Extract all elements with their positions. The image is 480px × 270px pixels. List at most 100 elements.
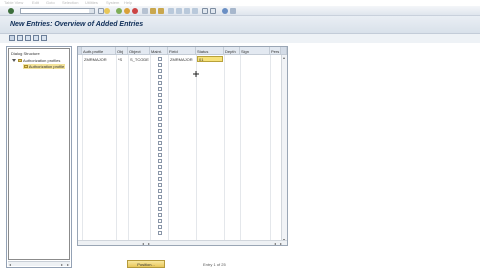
menu-item-selection[interactable]: Selection: [62, 0, 78, 5]
column-header-object[interactable]: Object: [128, 47, 150, 55]
tree-view: Dialog Structure Authorization profiles …: [8, 48, 70, 260]
maint-checkbox[interactable]: [158, 207, 162, 211]
column-header-sign[interactable]: Sign: [240, 47, 270, 55]
column-header-maint[interactable]: Maint.: [150, 47, 168, 55]
maint-checkbox[interactable]: [158, 159, 162, 163]
tree-item-label: Authorization profile: [28, 64, 65, 69]
cell-obj[interactable]: *S: [118, 57, 122, 62]
maint-checkbox[interactable]: [158, 201, 162, 205]
scroll-right-icon[interactable]: ▸: [148, 241, 150, 245]
crosshair-cursor-icon: [193, 71, 199, 77]
shortcut-icon[interactable]: [210, 8, 216, 14]
scroll-up-icon[interactable]: ▴: [283, 55, 285, 60]
entry-count: Entry 1 of 25: [203, 262, 226, 267]
select-all-icon[interactable]: [33, 35, 39, 41]
print-icon[interactable]: [142, 8, 148, 14]
cell-field[interactable]: ZMRMAJOR: [170, 57, 193, 62]
maint-checkbox[interactable]: [158, 63, 162, 67]
customize-layout-icon[interactable]: [230, 8, 236, 14]
scroll-right-icon[interactable]: ▸: [280, 241, 282, 245]
maint-checkbox[interactable]: [158, 57, 162, 61]
menu-item-utilities[interactable]: Utilities: [85, 0, 98, 5]
delete-entry-icon[interactable]: [25, 35, 31, 41]
tree-item-profile[interactable]: Authorization profile: [23, 64, 66, 69]
maint-checkbox[interactable]: [158, 189, 162, 193]
scroll-left-icon[interactable]: ◂: [142, 241, 144, 245]
maint-checkbox[interactable]: [158, 147, 162, 151]
maint-checkbox[interactable]: [158, 99, 162, 103]
cell-status[interactable]: 01: [197, 56, 223, 62]
expand-arrow-icon[interactable]: [12, 59, 16, 63]
position-button[interactable]: Position...: [127, 260, 165, 268]
maint-checkbox[interactable]: [158, 171, 162, 175]
tree-horizontal-scrollbar[interactable]: ◂ ▸ ▸: [8, 261, 70, 267]
menu-item-goto[interactable]: Goto: [46, 0, 55, 5]
folder-icon: [24, 65, 28, 69]
column-header-depth[interactable]: Depth: [224, 47, 240, 55]
maint-checkbox[interactable]: [158, 75, 162, 79]
cancel-icon[interactable]: [132, 8, 138, 14]
column-header-obj[interactable]: Obj: [116, 47, 128, 55]
maint-checkbox[interactable]: [158, 183, 162, 187]
scroll-left-icon[interactable]: ◂: [274, 241, 276, 245]
column-header-pers[interactable]: Pers: [270, 47, 281, 55]
entries-table: Auth.profile Obj Object Maint. Field Sta…: [77, 46, 288, 246]
back-icon[interactable]: [116, 8, 122, 14]
maint-checkbox[interactable]: [158, 141, 162, 145]
maint-checkbox[interactable]: [158, 123, 162, 127]
maint-checkbox[interactable]: [158, 117, 162, 121]
maint-checkbox[interactable]: [158, 177, 162, 181]
maint-checkbox[interactable]: [158, 213, 162, 217]
menu-item-edit[interactable]: Edit: [32, 0, 39, 5]
maint-checkbox[interactable]: [158, 195, 162, 199]
menu-item-help[interactable]: Help: [124, 0, 132, 5]
column-header-status[interactable]: Status: [196, 47, 224, 55]
menu-item-table-view[interactable]: Table View: [4, 0, 23, 5]
enter-icon[interactable]: [8, 8, 14, 14]
maint-checkbox[interactable]: [158, 153, 162, 157]
tree-header: Dialog Structure: [11, 51, 40, 56]
save-icon[interactable]: [104, 8, 110, 14]
new-session-icon[interactable]: [202, 8, 208, 14]
maint-checkbox[interactable]: [158, 219, 162, 223]
find-icon[interactable]: [150, 8, 156, 14]
dialog-structure-panel: Dialog Structure Authorization profiles …: [6, 46, 72, 268]
tree-item-profiles[interactable]: Authorization profiles: [12, 58, 60, 63]
maint-checkbox[interactable]: [158, 129, 162, 133]
folder-icon: [18, 59, 23, 63]
find-next-icon[interactable]: [158, 8, 164, 14]
maint-checkbox[interactable]: [158, 105, 162, 109]
maint-checkbox[interactable]: [158, 111, 162, 115]
change-display-icon[interactable]: [9, 35, 15, 41]
maint-checkbox[interactable]: [158, 81, 162, 85]
scroll-right-icon[interactable]: ▸: [61, 262, 63, 267]
page-title: New Entries: Overview of Added Entries: [10, 21, 144, 28]
column-settings-icon[interactable]: [281, 47, 287, 55]
help-icon[interactable]: [222, 8, 228, 14]
menu-item-system[interactable]: System: [106, 0, 119, 5]
table-vertical-scrollbar[interactable]: ▴ ▾: [281, 55, 287, 242]
maint-checkbox[interactable]: [158, 69, 162, 73]
column-header-field[interactable]: Field: [168, 47, 196, 55]
scroll-end-icon[interactable]: ▸: [67, 262, 69, 267]
maint-checkbox[interactable]: [158, 225, 162, 229]
exit-icon[interactable]: [124, 8, 130, 14]
table-horizontal-scrollbar[interactable]: ◂ ▸ ◂ ▸: [78, 240, 287, 245]
maint-checkbox[interactable]: [158, 93, 162, 97]
maint-checkbox[interactable]: [158, 231, 162, 235]
maint-checkbox[interactable]: [158, 135, 162, 139]
last-page-icon[interactable]: [192, 8, 198, 14]
chevron-down-icon[interactable]: [89, 9, 94, 13]
previous-page-icon[interactable]: [176, 8, 182, 14]
column-header-auth-profile[interactable]: Auth.profile: [82, 47, 116, 55]
deselect-all-icon[interactable]: [41, 35, 47, 41]
copy-entry-icon[interactable]: [17, 35, 23, 41]
maint-checkbox[interactable]: [158, 87, 162, 91]
scroll-left-icon[interactable]: ◂: [9, 262, 11, 267]
cell-object[interactable]: S_TCODE: [130, 57, 149, 62]
first-page-icon[interactable]: [168, 8, 174, 14]
cell-auth-profile[interactable]: ZMRMAJOR: [84, 57, 107, 62]
maint-checkbox[interactable]: [158, 165, 162, 169]
command-field[interactable]: [20, 8, 95, 14]
next-page-icon[interactable]: [184, 8, 190, 14]
